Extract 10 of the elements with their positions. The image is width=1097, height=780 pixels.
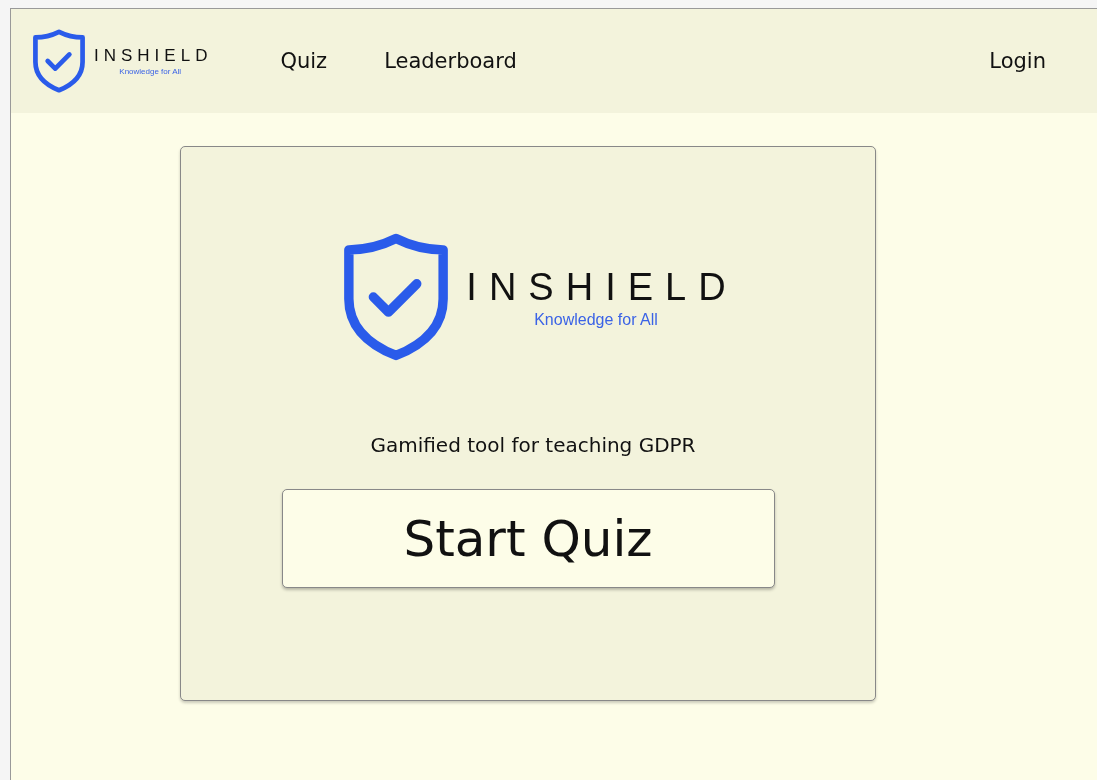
subtitle: Gamified tool for teaching GDPR [370, 433, 696, 457]
nav-link[interactable]: Quiz [280, 49, 328, 73]
logo-tagline: Knowledge for All [534, 310, 658, 329]
login-link[interactable]: Login [989, 49, 1046, 73]
logo-tagline: Knowledge for All [119, 67, 182, 76]
start-quiz-button[interactable]: Start Quiz [281, 489, 775, 588]
shield-check-icon [30, 28, 88, 94]
logo-name: INSHIELD [94, 46, 213, 66]
nav-link[interactable]: Leaderboard [384, 49, 517, 73]
logo-name: INSHIELD [466, 265, 738, 309]
